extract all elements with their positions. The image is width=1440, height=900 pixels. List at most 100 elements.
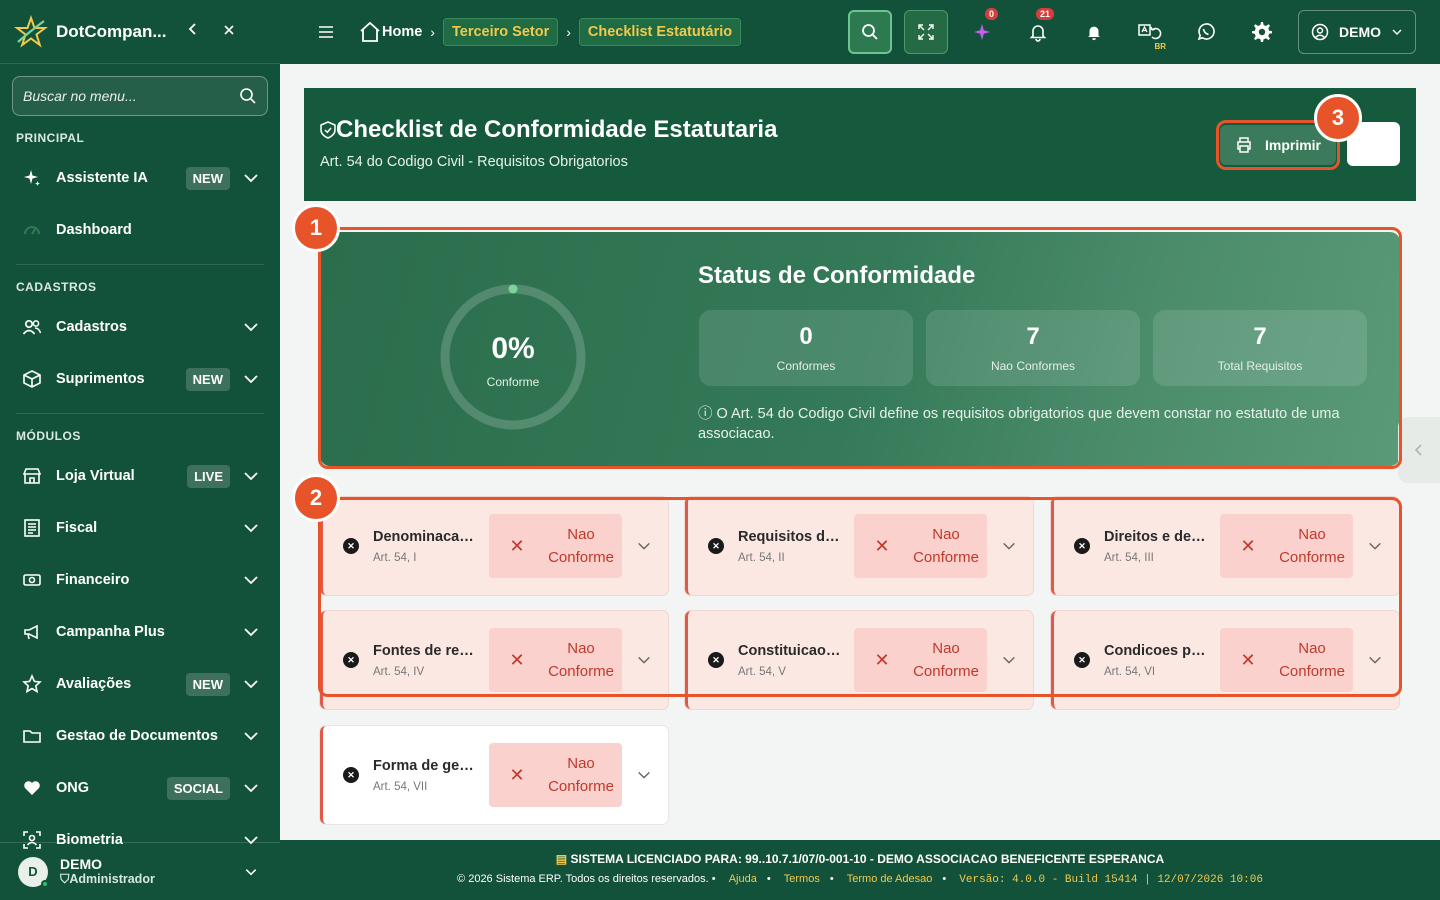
annotation-number-3: 3: [1314, 94, 1362, 142]
link-termos[interactable]: Termos: [784, 873, 820, 885]
sidebar-item-suprimentos[interactable]: Suprimentos NEW: [0, 353, 280, 405]
breadcrumb-terceiro-setor[interactable]: Terceiro Setor: [442, 18, 559, 46]
copyright: © 2026 Sistema ERP. Todos os direitos re…: [457, 873, 709, 885]
sidebar-item-dashboard[interactable]: Dashboard: [0, 204, 280, 256]
close-sidebar-button[interactable]: [215, 23, 243, 41]
chevron-left-icon: [188, 23, 196, 35]
new-badge: NEW: [185, 672, 230, 696]
home-icon: [360, 21, 380, 42]
topbar-actions: 0 21 BR DEMO: [836, 8, 1416, 54]
folder-icon: [20, 724, 44, 748]
search-icon: [240, 88, 256, 104]
breadcrumb-separator: ›: [430, 24, 435, 40]
live-badge: LIVE: [187, 464, 230, 488]
footer: ▤ SISTEMA LICENCIADO PARA: 99..10.7.1/07…: [280, 840, 1440, 900]
menu-icon: [319, 26, 333, 38]
sidebar-item-campanha-plus[interactable]: Campanha Plus: [0, 606, 280, 658]
sparkle-count-badge: 0: [984, 8, 998, 20]
sidebar-item-ong[interactable]: ONG SOCIAL: [0, 762, 280, 814]
ai-sparkle-button[interactable]: 0: [960, 8, 1004, 54]
user-profile-button[interactable]: DEMO: [1298, 10, 1416, 54]
chevron-down-icon: [242, 623, 260, 641]
chevron-left-icon: [1414, 444, 1422, 456]
chevron-down-icon: [242, 318, 260, 336]
user-name: DEMO: [60, 856, 102, 872]
close-icon: ✕: [509, 764, 525, 785]
search-icon: [862, 24, 878, 40]
global-search-button[interactable]: [848, 10, 892, 54]
sidebar-item-label: Gestao de Documentos: [56, 728, 218, 744]
user-circle-icon: [1311, 23, 1329, 41]
notification-count-badge: 21: [1035, 8, 1054, 20]
avatar: D: [18, 856, 49, 888]
sidebar-search-input[interactable]: [23, 88, 239, 104]
whatsapp-button[interactable]: [1184, 10, 1228, 54]
language-button[interactable]: BR: [1128, 10, 1172, 54]
translate-icon: [1138, 24, 1162, 40]
alerts-button[interactable]: [1072, 10, 1116, 54]
sidebar-item-label: Dashboard: [56, 222, 132, 238]
store-icon: [20, 464, 44, 488]
sidebar-item-loja-virtual[interactable]: Loja Virtual LIVE: [0, 450, 280, 502]
settings-button[interactable]: [1240, 10, 1284, 54]
receipt-icon: [20, 516, 44, 540]
breadcrumb-home[interactable]: Home: [358, 20, 422, 44]
annotation-number-1: 1: [292, 204, 340, 252]
users-icon: [20, 315, 44, 339]
shield-icon: ⛉: [60, 872, 70, 886]
hamburger-menu-button[interactable]: [306, 12, 346, 52]
sidebar-item-label: Avaliações: [56, 676, 132, 692]
sidebar-item-label: Assistente IA: [56, 170, 148, 186]
notifications-button[interactable]: 21: [1016, 8, 1060, 54]
heart-icon: [20, 776, 44, 800]
divider: [16, 264, 264, 265]
new-badge: NEW: [185, 166, 230, 190]
whatsapp-icon: [1197, 23, 1215, 41]
online-status-dot: [41, 879, 49, 888]
requirement-title: Forma de gestao: [373, 757, 477, 774]
sidebar-item-label: ONG: [56, 780, 90, 796]
chevron-down-icon: [242, 467, 260, 485]
star-icon: [20, 672, 44, 696]
collapse-sidebar-button[interactable]: [179, 22, 207, 41]
breadcrumb-separator: ›: [566, 24, 571, 40]
sidebar-item-label: Loja Virtual: [56, 468, 135, 484]
chevron-down-icon: [242, 571, 260, 589]
status-x-icon: ✕: [343, 767, 359, 783]
sidebar-item-avaliacoes[interactable]: Avaliações NEW: [0, 658, 280, 710]
status-badge[interactable]: ✕ Nao Conforme: [489, 743, 623, 807]
app-name: DotCompan...: [56, 21, 167, 41]
new-badge: NEW: [185, 367, 230, 391]
bell-filled-icon: [1088, 26, 1100, 41]
sidebar-item-financeiro[interactable]: Financeiro: [0, 554, 280, 606]
sidebar-item-fiscal[interactable]: Fiscal: [0, 502, 280, 554]
chevron-down-icon[interactable]: [636, 767, 654, 783]
chevron-down-icon: [242, 370, 260, 388]
language-tag: BR: [1154, 42, 1166, 51]
sidebar-item-gestao-documentos[interactable]: Gestao de Documentos: [0, 710, 280, 762]
megaphone-icon: [20, 620, 44, 644]
gear-icon: [1252, 22, 1272, 42]
sidebar: DotCompan... PRINCIPAL Assistente IA NEW…: [0, 0, 280, 900]
breadcrumb: Home › Terceiro Setor › Checklist Estatu…: [358, 18, 742, 46]
version-info: Versão: 4.0.0 - Build 15414 | 12/07/2026…: [959, 874, 1263, 886]
app-logo-icon: [14, 14, 48, 49]
chevron-down-icon: [242, 675, 260, 693]
sparkle-icon: [974, 24, 990, 40]
link-termo-adesao[interactable]: Termo de Adesao: [847, 873, 933, 885]
annotation-box-2: [318, 497, 1402, 697]
chevron-down-icon: [244, 863, 262, 881]
requirement-card[interactable]: ✕ Forma de gestao Art. 54, VII ✕Nao Confo…: [320, 726, 668, 824]
social-badge: SOCIAL: [166, 776, 230, 800]
user-menu[interactable]: D DEMO ⛉Administrador: [0, 842, 280, 900]
link-ajuda[interactable]: Ajuda: [729, 873, 757, 885]
breadcrumb-current[interactable]: Checklist Estatutário: [578, 18, 742, 46]
annotation-number-2: 2: [292, 474, 340, 522]
chevron-down-icon: [1392, 29, 1402, 35]
sidebar-search: [12, 76, 268, 116]
sidebar-item-label: Fiscal: [56, 520, 98, 536]
side-panel-toggle[interactable]: [1398, 417, 1440, 483]
fullscreen-button[interactable]: [904, 10, 948, 54]
sidebar-item-cadastros[interactable]: Cadastros: [0, 301, 280, 353]
sidebar-item-assistente-ia[interactable]: Assistente IA NEW: [0, 152, 280, 204]
